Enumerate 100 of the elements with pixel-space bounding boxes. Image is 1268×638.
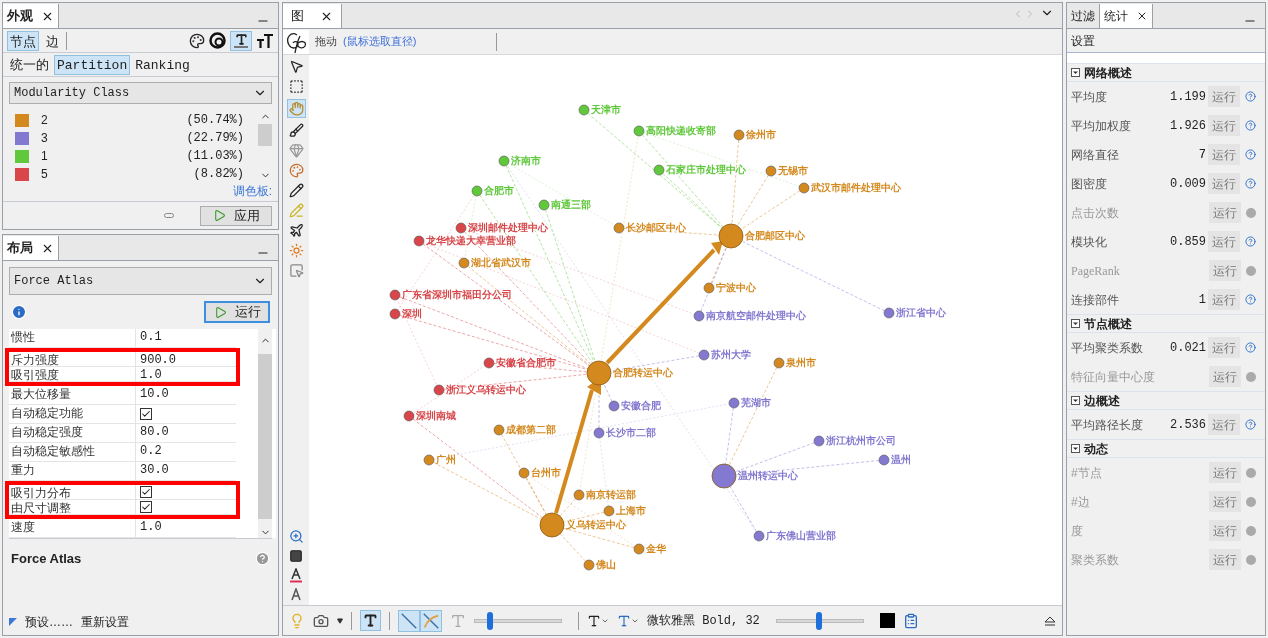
graph-node[interactable] <box>773 357 785 369</box>
graph-node[interactable] <box>389 289 401 301</box>
property-value[interactable]: 0.1 <box>136 329 236 348</box>
graph-node[interactable] <box>633 125 645 137</box>
graph-node[interactable] <box>728 397 740 409</box>
mode-tab[interactable]: Partition <box>54 54 131 75</box>
caret-icon[interactable] <box>337 617 343 624</box>
graph-node[interactable] <box>458 257 470 269</box>
close-icon[interactable] <box>1136 10 1148 22</box>
settings-link[interactable]: 设置 <box>1071 31 1095 50</box>
graph-node[interactable] <box>653 164 665 176</box>
property-value[interactable]: 1.0 <box>136 367 236 382</box>
color-swatch[interactable] <box>15 113 29 127</box>
square-icon[interactable] <box>289 549 303 563</box>
label-color-icon[interactable] <box>230 30 252 51</box>
run-button[interactable]: 运行 <box>1209 549 1241 570</box>
run-button[interactable]: 运行 <box>1209 520 1241 541</box>
edge-color-icon[interactable] <box>420 609 442 632</box>
text-size-icon[interactable] <box>289 588 303 601</box>
graph-node[interactable] <box>883 307 895 319</box>
help-icon[interactable] <box>1246 525 1256 536</box>
graph-node[interactable] <box>613 222 625 234</box>
panel-tab[interactable]: 图 <box>283 4 342 28</box>
graph-node[interactable] <box>389 308 401 320</box>
layout-select[interactable]: Force Atlas <box>9 267 272 295</box>
font-label[interactable]: 微软雅黑 Bold, 32 <box>647 611 760 630</box>
help-icon[interactable] <box>1246 207 1256 218</box>
help-icon[interactable] <box>1245 236 1256 247</box>
property-value[interactable]: 0.2 <box>136 443 236 462</box>
run-button[interactable]: 运行 <box>1208 115 1240 136</box>
help-icon[interactable] <box>1245 178 1256 189</box>
graph-node[interactable] <box>538 199 550 211</box>
checkbox[interactable] <box>140 501 152 513</box>
toggle-tab[interactable]: 边 <box>43 30 62 51</box>
pointer-icon[interactable] <box>288 59 304 74</box>
slider-thumb[interactable] <box>487 611 494 630</box>
color-swatch[interactable] <box>15 167 29 181</box>
graph-node[interactable] <box>423 454 435 466</box>
checkbox[interactable] <box>140 486 152 498</box>
info-icon[interactable] <box>11 304 27 320</box>
run-button[interactable]: 运行 <box>1209 491 1241 512</box>
run-button[interactable]: 运行 <box>1208 414 1240 435</box>
graph-node[interactable] <box>593 427 605 439</box>
collapse-icon[interactable] <box>1071 396 1080 405</box>
graph-node[interactable] <box>698 349 710 361</box>
palette-icon[interactable] <box>189 32 205 49</box>
help-icon[interactable] <box>1245 419 1256 430</box>
apply-button[interactable]: 应用 <box>200 205 272 226</box>
edge-icon[interactable] <box>398 609 420 632</box>
graph-node[interactable] <box>578 104 590 116</box>
text-icon[interactable] <box>450 612 466 629</box>
zoom-icon[interactable] <box>288 529 304 544</box>
help-icon[interactable] <box>1245 342 1256 353</box>
property-value[interactable]: 1.0 <box>136 519 236 538</box>
help-icon[interactable] <box>1246 467 1256 478</box>
font-size-icon[interactable] <box>587 613 609 628</box>
rectangle-select-icon[interactable] <box>288 79 304 94</box>
help-icon[interactable] <box>1246 554 1256 565</box>
graph-node[interactable] <box>455 222 467 234</box>
panel-tab[interactable]: 布局 <box>3 236 59 260</box>
graph-node[interactable] <box>583 559 595 571</box>
palette-link[interactable]: 调色板: <box>232 182 272 200</box>
scrollbar[interactable] <box>258 329 272 538</box>
run-button[interactable]: 运行 <box>1209 202 1241 223</box>
graph-node[interactable] <box>518 467 530 479</box>
camera-icon[interactable] <box>313 612 329 629</box>
clipboard-icon[interactable] <box>902 612 919 629</box>
panel-tab[interactable]: 外观 <box>3 4 59 28</box>
graph-node[interactable] <box>403 410 415 422</box>
graph-node[interactable] <box>693 310 705 322</box>
mode-tab[interactable]: 统一的 <box>7 54 52 75</box>
color-swatch[interactable] <box>15 131 29 145</box>
graph-node[interactable] <box>603 505 615 517</box>
graph-node[interactable] <box>813 435 825 447</box>
help-icon[interactable] <box>1246 265 1256 276</box>
presets-link[interactable]: 预设…… <box>25 613 73 631</box>
pointer-help-icon[interactable] <box>288 263 304 278</box>
graph-node[interactable] <box>493 424 505 436</box>
graph-node[interactable] <box>711 463 737 489</box>
pencil-icon[interactable] <box>288 183 304 198</box>
graph-node[interactable] <box>753 530 765 542</box>
help-icon[interactable] <box>1245 294 1256 305</box>
checkbox[interactable] <box>140 408 152 420</box>
color-swatch[interactable] <box>15 149 29 163</box>
collapse-icon[interactable] <box>1071 319 1080 328</box>
graph-node[interactable] <box>471 185 483 197</box>
property-value[interactable]: 900.0 <box>136 352 236 367</box>
graph-node[interactable] <box>733 129 745 141</box>
run-button[interactable]: 运行 <box>204 301 270 323</box>
help-icon[interactable] <box>1246 371 1256 382</box>
run-button[interactable]: 运行 <box>1208 337 1240 358</box>
graph-node[interactable] <box>608 400 620 412</box>
sun-icon[interactable] <box>288 243 304 258</box>
collapse-icon[interactable] <box>1071 444 1080 453</box>
graph-node[interactable] <box>498 155 510 167</box>
text-size-icon[interactable] <box>256 33 274 48</box>
panel-tab[interactable]: 统计 <box>1100 4 1153 28</box>
brush-icon[interactable] <box>288 123 304 138</box>
graph-node[interactable] <box>718 223 744 249</box>
graph-node[interactable] <box>633 543 645 555</box>
